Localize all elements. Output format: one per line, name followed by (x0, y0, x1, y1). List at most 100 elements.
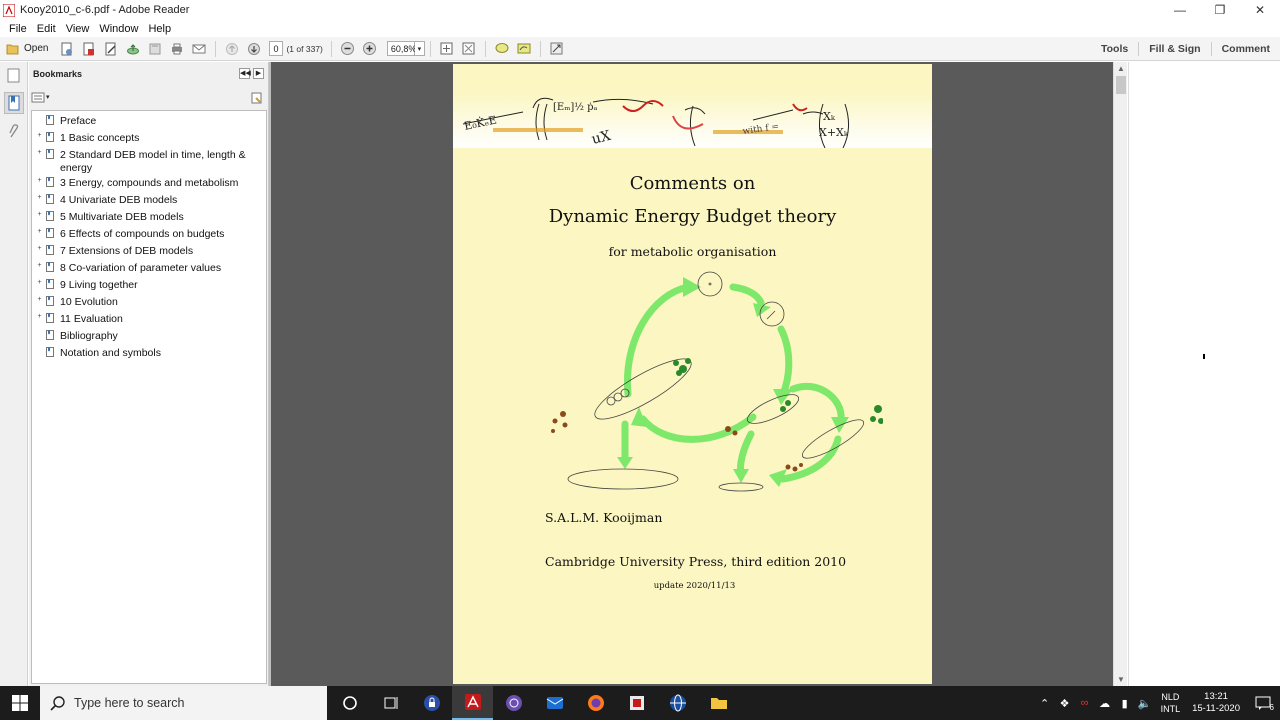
open-button[interactable]: Open (6, 43, 56, 55)
taskbar-app-file-explorer[interactable] (698, 686, 739, 720)
bookmark-item[interactable]: + 11 Evaluation (32, 311, 266, 328)
tools-pane-link[interactable]: Tools (1091, 43, 1138, 55)
taskbar-search-box[interactable]: Type here to search (40, 686, 327, 720)
taskbar-app-outlook[interactable] (534, 686, 575, 720)
volume-icon[interactable]: 🔈 (1135, 697, 1155, 710)
bookmark-item[interactable]: Bibliography (32, 328, 266, 345)
comment-tool-button[interactable] (493, 40, 511, 58)
bookmark-item[interactable]: + 1 Basic concepts (32, 130, 266, 147)
doc-title-line2: Dynamic Energy Budget theory (548, 206, 837, 227)
menu-view[interactable]: View (61, 23, 95, 35)
expand-icon[interactable]: + (36, 296, 43, 304)
expand-icon[interactable]: + (36, 177, 43, 185)
bookmark-item[interactable]: Preface (32, 113, 266, 130)
expand-icon[interactable]: + (36, 211, 43, 219)
expand-icon[interactable]: + (36, 228, 43, 236)
taskbar-app-adobe-reader[interactable] (452, 686, 493, 720)
bookmark-item[interactable]: + 4 Univariate DEB models (32, 192, 266, 209)
bookmark-item[interactable]: + 10 Evolution (32, 294, 266, 311)
taskbar-app-document[interactable] (616, 686, 657, 720)
next-page-button[interactable] (245, 40, 263, 58)
bookmark-item[interactable]: + 9 Living together (32, 277, 266, 294)
taskbar-app-firefox[interactable] (575, 686, 616, 720)
scrollbar-thumb[interactable] (1116, 76, 1126, 94)
zoom-out-button[interactable] (339, 40, 357, 58)
tray-app-icon[interactable]: ∞ (1075, 697, 1095, 709)
page-number-input[interactable]: 0 (269, 41, 284, 56)
bookmark-page-icon (46, 132, 54, 142)
language-indicator[interactable]: NLD INTL (1161, 691, 1181, 715)
taskbar-app-security[interactable] (411, 686, 452, 720)
panel-expand-button[interactable]: ▶ (253, 68, 264, 79)
pdf-page[interactable]: E₀K̇ₑE [Eₘ]½ ṗₐ uX with f = Xₖ X+Xₖ Comm… (453, 64, 932, 684)
save-button[interactable] (146, 40, 164, 58)
taskbar-app-globe[interactable] (657, 686, 698, 720)
read-mode-button[interactable] (548, 40, 566, 58)
create-pdf-button[interactable] (58, 40, 76, 58)
cortana-button[interactable] (329, 686, 370, 720)
vertical-scrollbar[interactable]: ▲ ▼ (1113, 62, 1127, 686)
email-button[interactable] (190, 40, 208, 58)
collapse-panel-button[interactable]: ◀◀ (239, 68, 251, 79)
expand-icon[interactable]: + (36, 132, 43, 140)
menu-window[interactable]: Window (94, 23, 143, 35)
menu-file[interactable]: File (4, 23, 32, 35)
doc-subtitle: for metabolic organisation (608, 244, 777, 259)
minimize-button[interactable]: — (1160, 0, 1200, 20)
expand-icon[interactable]: + (36, 245, 43, 253)
print-button[interactable] (168, 40, 186, 58)
clock[interactable]: 13:21 15-11-2020 (1192, 691, 1240, 715)
bookmark-item[interactable]: + 3 Energy, compounds and metabolism (32, 175, 266, 192)
expand-icon[interactable]: + (36, 313, 43, 321)
restore-button[interactable]: ❐ (1200, 0, 1240, 20)
scroll-up-icon[interactable]: ▲ (1117, 64, 1125, 73)
expand-icon[interactable]: + (36, 279, 43, 287)
menu-bar: File Edit View Window Help (0, 20, 1280, 37)
attachments-button[interactable] (7, 124, 20, 142)
zoom-input[interactable]: 60,8% (386, 41, 416, 56)
export-pdf-button[interactable] (80, 40, 98, 58)
bookmark-item[interactable]: Notation and symbols (32, 345, 266, 362)
edit-pdf-button[interactable] (102, 40, 120, 58)
scroll-down-icon[interactable]: ▼ (1117, 675, 1125, 684)
mouse-cursor (1203, 354, 1205, 359)
previous-page-button[interactable] (223, 40, 241, 58)
show-hidden-icons-button[interactable]: ⌃ (1035, 697, 1055, 710)
expand-icon[interactable]: + (36, 262, 43, 270)
battery-icon[interactable]: ▮ (1115, 697, 1135, 710)
menu-help[interactable]: Help (143, 23, 176, 35)
onedrive-cloud-icon[interactable]: ☁ (1095, 697, 1115, 710)
taskbar-app-tor[interactable] (493, 686, 534, 720)
expand-icon[interactable]: + (36, 149, 43, 157)
expand-current-bookmark-button[interactable] (251, 92, 263, 107)
comment-pane-link[interactable]: Comment (1212, 43, 1280, 55)
page-thumbnails-button[interactable] (7, 68, 20, 86)
full-screen-button[interactable] (460, 40, 478, 58)
cloud-button[interactable] (124, 40, 142, 58)
task-view-button[interactable] (370, 686, 411, 720)
bookmark-item[interactable]: + 6 Effects of compounds on budgets (32, 226, 266, 243)
sign-tool-button[interactable] (515, 40, 533, 58)
bookmark-label-continued: energy (60, 162, 93, 174)
zoom-in-button[interactable] (361, 40, 379, 58)
bookmarks-button[interactable] (4, 92, 24, 114)
toolbar-separator (330, 40, 332, 57)
bookmark-item[interactable]: + 2 Standard DEB model in time, length &… (32, 147, 266, 175)
action-center-button[interactable]: 6 (1250, 696, 1276, 712)
right-pane (1128, 62, 1280, 686)
zoom-dropdown[interactable]: ▾ (414, 41, 425, 56)
fill-sign-pane-link[interactable]: Fill & Sign (1139, 43, 1210, 55)
chevron-right-icon: ▶ (255, 70, 262, 77)
dropbox-icon[interactable]: ❖ (1055, 697, 1075, 710)
fit-page-button[interactable] (438, 40, 456, 58)
bookmark-item[interactable]: + 8 Co-variation of parameter values (32, 260, 266, 277)
bookmark-item[interactable]: + 7 Extensions of DEB models (32, 243, 266, 260)
bookmark-options-button[interactable]: ▾ (31, 92, 50, 103)
expand-icon[interactable]: + (36, 194, 43, 202)
start-button[interactable] (0, 686, 40, 720)
bookmark-item[interactable]: + 5 Multivariate DEB models (32, 209, 266, 226)
notification-count: 6 (1269, 703, 1274, 712)
doc-update: update 2020/11/13 (653, 581, 736, 591)
close-button[interactable]: ✕ (1240, 0, 1280, 20)
menu-edit[interactable]: Edit (32, 23, 61, 35)
